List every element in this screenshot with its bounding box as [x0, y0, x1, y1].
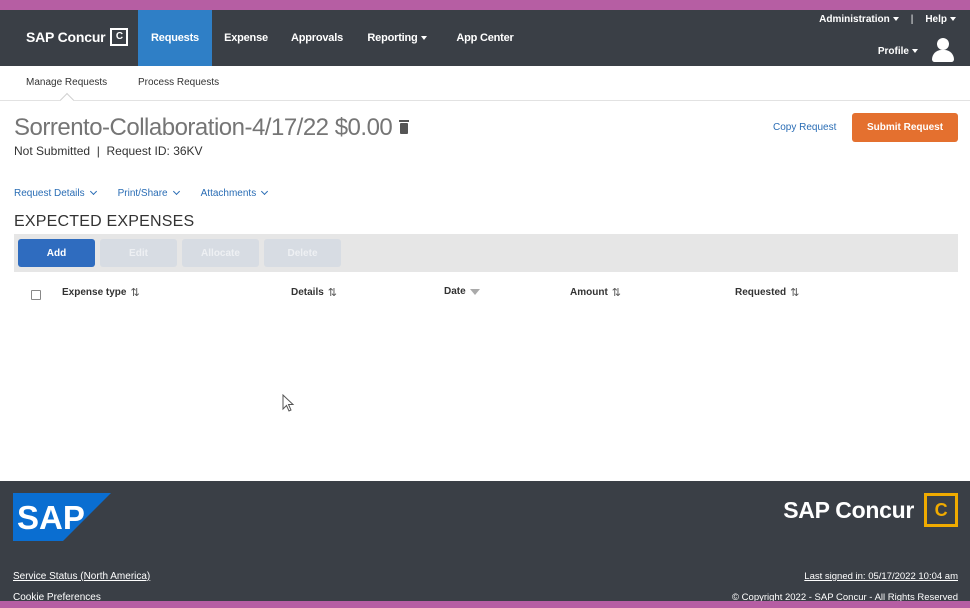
tab-approvals[interactable]: Approvals — [280, 10, 354, 66]
profile-label: Profile — [878, 46, 918, 57]
subnav-manage-requests[interactable]: Manage Requests — [26, 77, 107, 88]
mouse-cursor-icon — [282, 394, 295, 412]
delete-button[interactable]: Delete — [264, 239, 341, 267]
page-title: Sorrento-Collaboration-4/17/22 $0.00 — [14, 114, 410, 142]
request-status: Not Submitted | Request ID: 36KV — [14, 144, 203, 158]
tab-expense[interactable]: Expense — [212, 10, 280, 66]
col-requested[interactable]: Requested ⇅ — [735, 286, 799, 299]
expenses-table-header: Expense type ⇅ Details ⇅ Date Amount ⇅ R… — [14, 286, 958, 304]
col-expense-type[interactable]: Expense type ⇅ — [62, 286, 140, 299]
sap-concur-footer-logo: SAP Concur C — [783, 493, 958, 527]
col-date-label: Date — [444, 286, 466, 297]
utility-links: Administration | Help — [819, 14, 956, 25]
section-title: EXPECTED EXPENSES — [14, 213, 195, 230]
filter-icon — [469, 288, 480, 295]
profile-menu[interactable]: Profile — [878, 38, 954, 64]
request-menus: Request Details Print/Share Attachments — [14, 188, 289, 199]
top-nav: SAP Concur C Requests Expense Approvals … — [0, 10, 970, 66]
copy-request-link[interactable]: Copy Request — [773, 122, 836, 133]
select-all-checkbox[interactable] — [31, 290, 41, 300]
subnav-process-requests[interactable]: Process Requests — [138, 77, 219, 88]
col-details-label: Details — [291, 287, 324, 298]
add-button[interactable]: Add — [18, 239, 95, 267]
request-details-menu[interactable]: Request Details — [14, 188, 96, 199]
concur-mark-icon: C — [110, 28, 129, 46]
col-requested-label: Requested — [735, 287, 787, 298]
brand-name: SAP Concur — [26, 29, 106, 45]
cookie-preferences-link[interactable]: Cookie Preferences — [13, 592, 101, 601]
last-signed-in[interactable]: Last signed in: 05/17/2022 10:04 am — [804, 571, 958, 582]
expenses-toolbar: Add Edit Allocate Delete — [14, 234, 958, 272]
allocate-button[interactable]: Allocate — [182, 239, 259, 267]
col-amount[interactable]: Amount ⇅ — [570, 286, 621, 299]
concur-mark-icon: C — [924, 493, 958, 527]
sub-nav: Manage Requests Process Requests — [0, 66, 970, 108]
sap-concur-logo[interactable]: SAP Concur C — [26, 28, 129, 46]
sort-icon: ⇅ — [790, 287, 800, 299]
tab-app-center[interactable]: App Center — [440, 10, 530, 66]
tab-requests[interactable]: Requests — [138, 10, 212, 66]
footer: SAP SAP Concur C Service Status (North A… — [0, 481, 970, 601]
help-menu[interactable]: Help — [925, 14, 956, 25]
copyright-text: © Copyright 2022 - SAP Concur - All Righ… — [732, 592, 958, 601]
edit-button[interactable]: Edit — [100, 239, 177, 267]
col-expense-type-label: Expense type — [62, 287, 127, 298]
print-share-menu[interactable]: Print/Share — [118, 188, 179, 199]
tab-reporting[interactable]: Reporting — [354, 10, 440, 66]
separator: | — [910, 14, 914, 25]
sort-icon: ⇅ — [611, 287, 621, 299]
sort-icon: ⇅ — [130, 287, 140, 299]
sap-logo: SAP — [13, 493, 111, 541]
request-title: Sorrento-Collaboration-4/17/22 $0.00 — [14, 114, 393, 141]
main-tabs: Requests Expense Approvals Reporting App… — [138, 10, 530, 66]
col-amount-label: Amount — [570, 287, 608, 298]
app-window: SAP Concur C Requests Expense Approvals … — [0, 10, 970, 601]
active-pointer — [59, 92, 75, 108]
trash-icon[interactable] — [399, 119, 410, 134]
col-details[interactable]: Details ⇅ — [291, 286, 337, 299]
attachments-menu[interactable]: Attachments — [201, 188, 268, 199]
sap-logo-text: SAP — [17, 499, 85, 536]
concur-footer-name: SAP Concur — [783, 496, 914, 523]
sort-icon: ⇅ — [327, 287, 338, 299]
col-date[interactable]: Date — [444, 286, 480, 297]
service-status-link[interactable]: Service Status (North America) — [13, 571, 150, 582]
administration-menu[interactable]: Administration — [819, 14, 899, 25]
user-avatar-icon — [932, 38, 954, 64]
submit-request-button[interactable]: Submit Request — [852, 113, 958, 142]
